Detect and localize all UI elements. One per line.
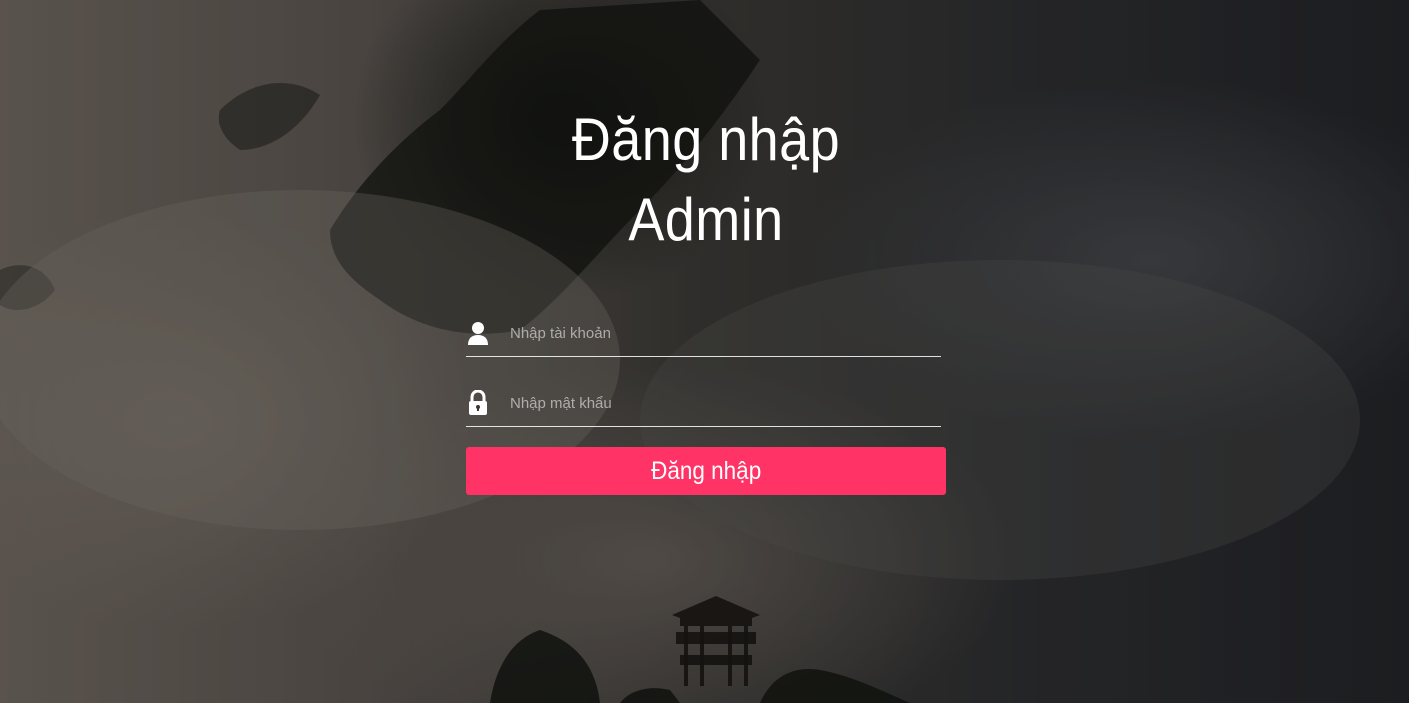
page-title: Đăng nhập Admin bbox=[571, 106, 841, 253]
username-field bbox=[466, 310, 941, 357]
login-panel: Đăng nhập Admin Đăng nhập bbox=[466, 100, 946, 495]
login-button[interactable]: Đăng nhập bbox=[466, 447, 946, 495]
user-icon bbox=[466, 321, 490, 345]
login-button-label: Đăng nhập bbox=[650, 456, 762, 485]
password-field bbox=[466, 380, 941, 427]
username-input[interactable] bbox=[510, 318, 941, 348]
password-input[interactable] bbox=[510, 388, 941, 418]
lock-icon bbox=[466, 390, 490, 415]
